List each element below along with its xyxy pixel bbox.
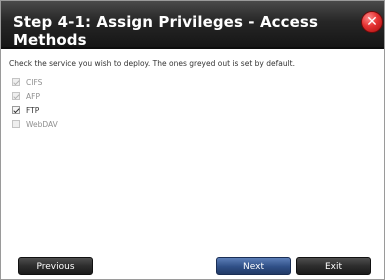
ftp-label: FTP — [26, 105, 40, 115]
exit-button[interactable]: Exit — [296, 257, 371, 275]
webdav-label: WebDAV — [26, 119, 58, 129]
webdav-checkbox — [12, 120, 20, 128]
option-cifs: CIFS — [12, 76, 42, 88]
ftp-checkbox[interactable] — [12, 106, 20, 114]
next-button[interactable]: Next — [216, 257, 291, 275]
option-ftp[interactable]: FTP — [12, 104, 39, 116]
dialog: Step 4-1: Assign Privileges - Access Met… — [0, 0, 385, 280]
cifs-label: CIFS — [26, 77, 43, 87]
close-icon[interactable]: ✕ — [361, 11, 383, 33]
dialog-title: Step 4-1: Assign Privileges - Access Met… — [13, 13, 318, 49]
afp-checkbox — [12, 92, 20, 100]
previous-button[interactable]: Previous — [18, 257, 93, 275]
cifs-checkbox — [12, 78, 20, 86]
title-bar: Step 4-1: Assign Privileges - Access Met… — [1, 1, 384, 49]
instruction-text: Check the service you wish to deploy. Th… — [9, 59, 295, 68]
afp-label: AFP — [26, 91, 40, 101]
option-webdav: WebDAV — [12, 118, 58, 130]
option-afp: AFP — [12, 90, 40, 102]
